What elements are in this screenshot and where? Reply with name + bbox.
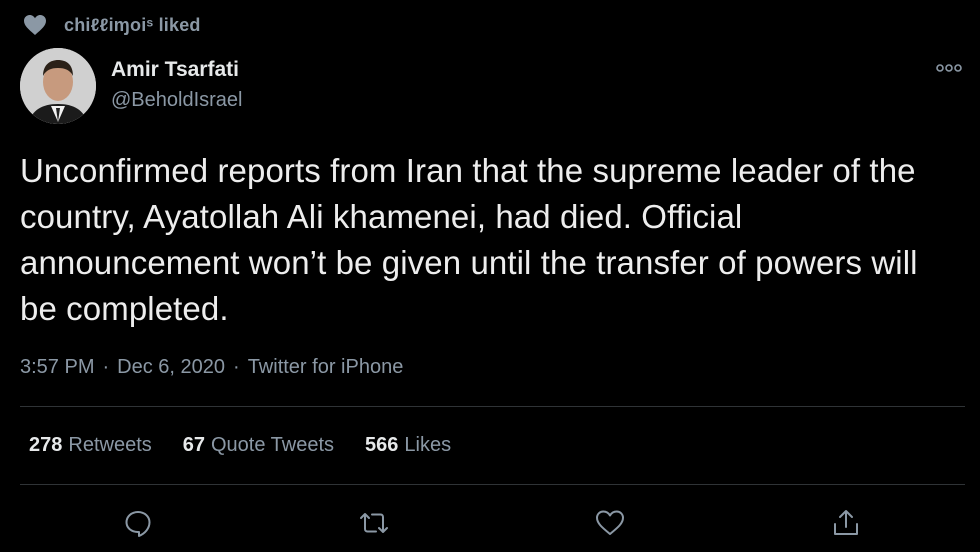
tweet-time[interactable]: 3:57 PM — [20, 356, 94, 378]
like-icon[interactable] — [592, 505, 628, 541]
quote-tweets-stat[interactable]: 67 Quote Tweets — [183, 434, 334, 457]
heart-icon — [22, 13, 48, 37]
retweets-count: 278 — [29, 434, 63, 456]
avatar[interactable] — [20, 48, 96, 124]
tweet-text: Unconfirmed reports from Iran that the s… — [20, 152, 918, 327]
likes-count: 566 — [365, 434, 399, 456]
tweet-stats: 278 Retweets 67 Quote Tweets 566 Likes — [29, 434, 482, 457]
retweets-label: Retweets — [68, 434, 152, 456]
meta-separator: · — [102, 356, 110, 378]
divider — [20, 406, 965, 407]
meta-separator: · — [233, 356, 240, 378]
share-icon[interactable] — [828, 505, 864, 541]
tweet-date[interactable]: Dec 6, 2020 — [117, 356, 225, 378]
tweet-meta: 3:57 PM · Dec 6, 2020 · Twitter for iPhone — [20, 356, 403, 379]
quote-tweets-count: 67 — [182, 434, 205, 456]
social-context: chiℓℓiɱoiˢ liked — [22, 12, 201, 38]
liked-by-text[interactable]: chiℓℓiɱoiˢ liked — [64, 15, 201, 36]
more-options-icon[interactable] — [934, 58, 964, 78]
liked-suffix: liked — [158, 14, 201, 35]
author-name[interactable]: Amir Tsarfati — [111, 58, 239, 82]
quote-tweets-label: Quote Tweets — [211, 434, 335, 456]
reply-icon[interactable] — [120, 505, 156, 541]
author-handle[interactable]: @BeholdIsrael — [111, 89, 242, 112]
likes-label: Likes — [404, 434, 452, 456]
liked-by-user[interactable]: chiℓℓiɱoiˢ — [64, 15, 153, 35]
divider — [20, 484, 965, 485]
likes-stat[interactable]: 566 Likes — [365, 434, 451, 457]
action-bar — [0, 505, 980, 541]
retweets-stat[interactable]: 278 Retweets — [29, 434, 152, 457]
tweet-source[interactable]: Twitter for iPhone — [248, 356, 404, 378]
retweet-icon[interactable] — [356, 505, 392, 541]
